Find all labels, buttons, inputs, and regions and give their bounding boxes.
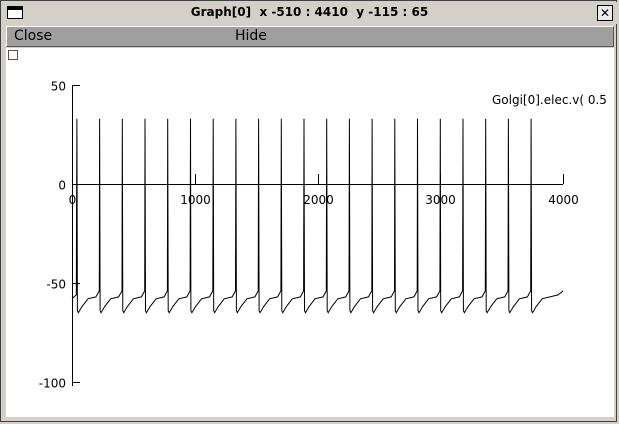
series-label: Golgi[0].elec.v( 0.5 — [492, 93, 607, 107]
y-tick-label: 50 — [51, 80, 66, 94]
x-tick-label: 4000 — [548, 193, 579, 207]
close-button[interactable]: Close — [14, 28, 52, 44]
voltage-trace — [71, 118, 564, 314]
x-tick-label: 1000 — [180, 193, 211, 207]
graph-canvas[interactable]: 50 0 -50 -100 0 1000 2000 3000 4000 Golgi[0].ele… — [6, 48, 614, 417]
hide-button[interactable]: Hide — [235, 28, 267, 44]
y-tick-label: -50 — [46, 278, 66, 292]
y-tick-label: -100 — [39, 377, 66, 391]
menu-bar: Close Hide — [6, 26, 614, 47]
x-tick-label: 0 — [69, 193, 77, 207]
y-tick-label: 0 — [58, 179, 66, 193]
tick-labels: 500-50-1000 1000 2000 3000 4000 — [39, 80, 579, 391]
window-title: Graph[0] x -510 : 4410 y -115 : 65 — [190, 5, 429, 19]
close-window-icon[interactable]: ✕ — [597, 5, 613, 21]
voltage-plot: 500-50-1000 1000 2000 3000 4000 Golgi[0].ele… — [39, 80, 607, 391]
title-bar[interactable]: Graph[0] x -510 : 4410 y -115 : 65 ✕ — [2, 2, 617, 24]
graph-window: Graph[0] x -510 : 4410 y -115 : 65 ✕ Clo… — [0, 0, 617, 422]
x-tick-label: 2000 — [303, 193, 334, 207]
